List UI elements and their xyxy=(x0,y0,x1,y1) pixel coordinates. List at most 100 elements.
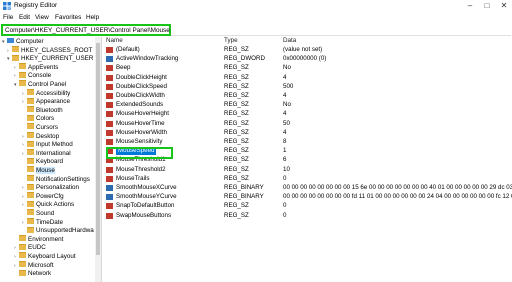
value-name: MouseThreshold2 xyxy=(116,165,166,173)
value-name: SmoothMouseYCurve xyxy=(116,193,177,201)
value-type: REG_SZ xyxy=(224,64,249,72)
tree-node-label: Quick Actions xyxy=(36,201,75,209)
value-type: REG_SZ xyxy=(224,156,249,164)
string-value-icon xyxy=(106,166,113,173)
value-name: (Default) xyxy=(116,46,140,53)
folder-icon xyxy=(27,217,34,224)
string-value-icon xyxy=(106,102,113,109)
tree-node-label: Personalization xyxy=(36,184,80,192)
folder-icon xyxy=(19,63,26,70)
value-type: REG_SZ xyxy=(224,202,249,210)
value-row[interactable]: MouseSensitivity REG_SZ 8 xyxy=(103,138,512,146)
value-row[interactable]: MouseHoverHeight REG_SZ 4 xyxy=(103,110,512,118)
address-path[interactable]: Computer\HKEY_CURRENT_USER\Control Panel… xyxy=(5,27,170,34)
value-data: 50 xyxy=(283,119,290,127)
window-title: Registry Editor xyxy=(14,2,58,9)
folder-icon xyxy=(27,166,34,173)
title-bar: Registry Editor – □ ✕ xyxy=(0,0,512,13)
value-row[interactable]: MouseHoverTime REG_SZ 50 xyxy=(103,120,512,128)
tree-node-label: HKEY_CURRENT_USER xyxy=(21,55,94,63)
folder-icon xyxy=(19,252,26,259)
value-data: 0 xyxy=(283,174,287,182)
value-name: MouseTrails xyxy=(116,174,150,182)
tree-node-label: UnsupportedHardwa xyxy=(36,227,94,235)
tree-node-label: Cursors xyxy=(36,124,59,131)
value-data: 4 xyxy=(283,73,287,81)
folder-icon xyxy=(27,149,34,156)
tree-node-label: Computer xyxy=(16,38,44,45)
value-name: DoubleClickWidth xyxy=(116,92,165,99)
value-name: MouseHoverWidth xyxy=(116,128,167,136)
value-row[interactable]: MouseTrails REG_SZ 0 xyxy=(103,175,512,183)
value-data: No xyxy=(283,64,291,72)
value-data: 4 xyxy=(283,92,287,99)
value-name: ExtendedSounds xyxy=(116,101,164,109)
computer-icon xyxy=(7,37,14,43)
address-bar[interactable]: Computer\HKEY_CURRENT_USER\Control Panel… xyxy=(1,24,171,36)
value-data: 6 xyxy=(283,156,287,164)
string-value-icon xyxy=(106,111,113,118)
column-header-name[interactable]: Name xyxy=(106,37,123,45)
value-row[interactable]: SmoothMouseXCurve REG_BINARY 00 00 00 00 0… xyxy=(103,184,512,192)
value-row[interactable]: DoubleClickSpeed REG_SZ 500 xyxy=(103,83,512,91)
folder-icon xyxy=(27,123,34,130)
folder-icon xyxy=(27,157,34,164)
folder-icon xyxy=(27,106,34,113)
menu-help[interactable]: Help xyxy=(86,14,99,21)
folder-icon xyxy=(19,243,26,250)
close-button[interactable]: ✕ xyxy=(496,0,512,12)
value-data: 4 xyxy=(283,110,287,118)
tree-node-label: Keyboard xyxy=(36,158,63,166)
value-row[interactable]: SnapToDefaultButton REG_SZ 0 xyxy=(103,202,512,210)
string-value-icon xyxy=(106,203,113,210)
minimize-button[interactable]: – xyxy=(462,0,478,12)
value-data: No xyxy=(283,101,291,109)
folder-icon xyxy=(19,260,26,267)
value-data: 500 xyxy=(283,82,294,90)
column-header-data[interactable]: Data xyxy=(283,37,296,45)
folder-icon xyxy=(19,71,26,78)
maximize-button[interactable]: □ xyxy=(479,0,495,12)
value-row[interactable]: Beep REG_SZ No xyxy=(103,64,512,72)
tree-node[interactable]: Network xyxy=(14,269,51,278)
tree-node-label: TimeDate xyxy=(36,218,64,226)
value-name: DoubleClickSpeed xyxy=(116,82,167,90)
value-name: MouseSensitivity xyxy=(116,138,163,145)
value-row[interactable]: DoubleClickHeight REG_SZ 4 xyxy=(103,74,512,82)
menu-view[interactable]: View xyxy=(35,14,49,21)
string-value-icon xyxy=(106,65,113,72)
value-row[interactable]: SmoothMouseYCurve REG_BINARY 00 00 00 00 0… xyxy=(103,193,512,201)
folder-icon xyxy=(12,54,19,61)
tree-scrollbar-thumb[interactable] xyxy=(96,43,100,255)
tree-node-label: Console xyxy=(28,72,52,80)
value-row[interactable]: DoubleClickWidth REG_SZ 4 xyxy=(103,92,512,100)
registry-editor-icon xyxy=(3,2,11,10)
string-value-icon xyxy=(106,139,113,145)
value-name: SmoothMouseXCurve xyxy=(116,184,177,191)
string-value-icon xyxy=(106,83,113,90)
value-row[interactable]: ExtendedSounds REG_SZ No xyxy=(103,101,512,109)
folder-icon xyxy=(27,140,34,147)
value-type: REG_SZ xyxy=(224,138,249,145)
value-row[interactable]: SwapMouseButtons REG_SZ 0 xyxy=(103,212,512,220)
folder-icon xyxy=(19,80,26,87)
column-header-type[interactable]: Type xyxy=(224,37,238,45)
value-type: REG_BINARY xyxy=(224,184,264,191)
folder-icon xyxy=(27,192,34,199)
value-row[interactable]: ActiveWindowTracking REG_DWORD 0x00000000 … xyxy=(103,55,512,63)
pane-splitter[interactable] xyxy=(101,37,102,282)
folder-icon xyxy=(27,131,34,138)
tree-node-label: PowerCfg xyxy=(36,192,64,200)
menu-favorites[interactable]: Favorites xyxy=(55,14,81,21)
value-name: MouseHoverTime xyxy=(116,119,165,127)
folder-icon xyxy=(27,200,34,207)
value-name: MouseHoverHeight xyxy=(116,110,169,118)
value-row[interactable]: (Default) REG_SZ (value not set) xyxy=(103,46,512,54)
tree-node-label: EUDC xyxy=(28,244,46,252)
value-row[interactable]: MouseThreshold2 REG_SZ 10 xyxy=(103,166,512,174)
menu-file[interactable]: File xyxy=(3,14,13,21)
value-row[interactable]: MouseHoverWidth REG_SZ 4 xyxy=(103,129,512,137)
folder-icon xyxy=(27,174,34,181)
menu-edit[interactable]: Edit xyxy=(19,14,30,21)
value-name: DoubleClickHeight xyxy=(116,73,167,81)
